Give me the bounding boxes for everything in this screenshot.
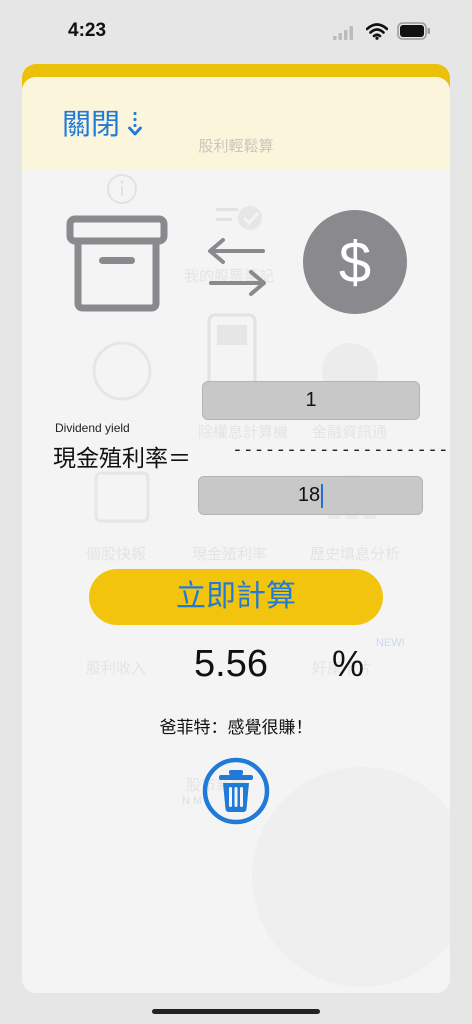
note-check-icon [216,206,262,230]
info-icon [107,174,137,204]
swap-arrows-icon [208,238,266,296]
wifi-icon [366,23,388,40]
fraction-divider: -------------------- [232,439,449,460]
result-comment: 爸菲特：感覺很賺！ [159,718,313,738]
background-item: 股利收入 [86,659,147,677]
arrow-down-icon [128,112,142,136]
label-english: Dividend yield [55,421,130,435]
background-item: 個股快報 [86,545,147,563]
calculate-button[interactable]: 立即計算 [89,569,383,625]
status-bar: 4:23 [0,0,472,60]
background-item: 歷史填息分析 [310,545,401,563]
denominator-value: 18 [297,484,321,506]
trash-icon[interactable] [201,756,271,826]
background-item: 現金殖利率 [192,545,268,563]
close-label: 關閉 [62,107,121,141]
close-button[interactable]: 關閉 [62,106,142,142]
result-unit: % [332,643,365,684]
signal-icon [333,26,353,40]
svg-text:$: $ [339,230,371,295]
numerator-value: 1 [305,389,317,411]
chart-circle-icon [92,341,152,401]
dollar-coin-icon: $ [303,210,407,314]
home-indicator[interactable] [152,1009,320,1014]
archive-box-icon [66,215,168,312]
denominator-input[interactable]: 18 [198,476,423,515]
text-caret [321,483,324,508]
background-badge: NEW! [376,637,405,649]
battery-icon [397,22,430,40]
status-time: 4:23 [68,20,107,41]
news-card-icon [94,471,150,523]
calculator-sheet: 股利輕鬆算 我的股票筆記 除權息計算機 金融資訊通 HOT! 個股快報 [22,77,450,993]
result-value: 5.56 [194,643,268,685]
label-chinese: 現金殖利率＝ [53,446,191,472]
background-footer: N M [182,795,203,807]
numerator-input[interactable]: 1 [202,381,420,420]
